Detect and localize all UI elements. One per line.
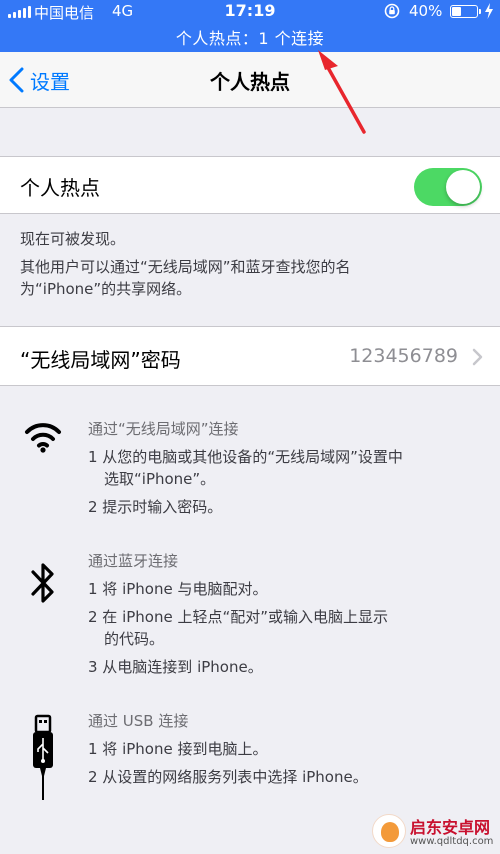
bluetooth-guide-step: 1 将 iPhone 与电脑配对。 <box>88 580 268 598</box>
wifi-password-value: 123456789 <box>349 345 458 367</box>
discoverable-note: 现在可被发现。 <box>20 230 126 248</box>
toggle-knob <box>446 170 480 204</box>
battery-percentage: 40% <box>409 2 443 20</box>
wifi-password-cell[interactable]: “无线局域网”密码 123456789 <box>0 326 500 386</box>
usb-cable-icon <box>33 714 53 800</box>
battery-level-fill <box>452 7 461 16</box>
bluetooth-guide: 通过蓝牙连接 1 将 iPhone 与电脑配对。 2 在 iPhone 上轻点“… <box>88 550 388 678</box>
chevron-right-icon <box>472 348 483 366</box>
wifi-guide-title: 通过“无线局域网”连接 <box>88 420 239 438</box>
site-watermark: 启东安卓网 www.qdltdq.com <box>370 810 500 854</box>
usb-guide-step: 2 从设置的网络服务列表中选择 iPhone。 <box>88 768 368 786</box>
page-title: 个人热点 <box>210 70 290 94</box>
hotspot-description-line2: 为“iPhone”的共享网络。 <box>20 280 192 298</box>
rotation-lock-icon <box>384 3 400 19</box>
bluetooth-guide-step: 的代码。 <box>104 630 165 648</box>
wifi-icon <box>25 423 61 453</box>
hotspot-description-line1: 其他用户可以通过“无线局域网”和蓝牙查找您的名 <box>20 258 351 276</box>
wifi-guide-step: 2 提示时输入密码。 <box>88 498 223 516</box>
usb-guide: 通过 USB 连接 1 将 iPhone 接到电脑上。 2 从设置的网络服务列表… <box>88 710 368 788</box>
usb-guide-step: 1 将 iPhone 接到电脑上。 <box>88 740 268 758</box>
bluetooth-icon <box>31 563 54 603</box>
status-bar: 中国电信 4G 17:19 40% 个人热点：1 个连接 <box>0 0 500 52</box>
hotspot-toggle-label: 个人热点 <box>20 176 100 200</box>
bluetooth-guide-step: 2 在 iPhone 上轻点“配对”或输入电脑上显示 <box>88 608 389 626</box>
wifi-guide-step: 选取“iPhone”。 <box>104 470 216 488</box>
wifi-guide-step: 1 从您的电脑或其他设备的“无线局域网”设置中 <box>88 448 403 466</box>
battery-icon <box>450 5 481 18</box>
bluetooth-guide-title: 通过蓝牙连接 <box>88 552 179 570</box>
wifi-password-label: “无线局域网”密码 <box>20 348 181 372</box>
hotspot-toggle-switch[interactable] <box>414 168 482 206</box>
hotspot-connection-banner[interactable]: 个人热点：1 个连接 <box>0 25 500 49</box>
hotspot-toggle-cell: 个人热点 <box>0 156 500 214</box>
charging-bolt-icon <box>485 3 493 19</box>
bluetooth-guide-step: 3 从电脑连接到 iPhone。 <box>88 658 263 676</box>
watermark-logo-icon <box>372 814 406 848</box>
wifi-guide: 通过“无线局域网”连接 1 从您的电脑或其他设备的“无线局域网”设置中 选取“i… <box>88 418 403 518</box>
usb-guide-title: 通过 USB 连接 <box>88 712 189 730</box>
watermark-url: www.qdltdq.com <box>410 836 494 847</box>
navigation-bar: 设置 个人热点 <box>0 52 500 108</box>
watermark-name: 启东安卓网 <box>410 818 491 837</box>
